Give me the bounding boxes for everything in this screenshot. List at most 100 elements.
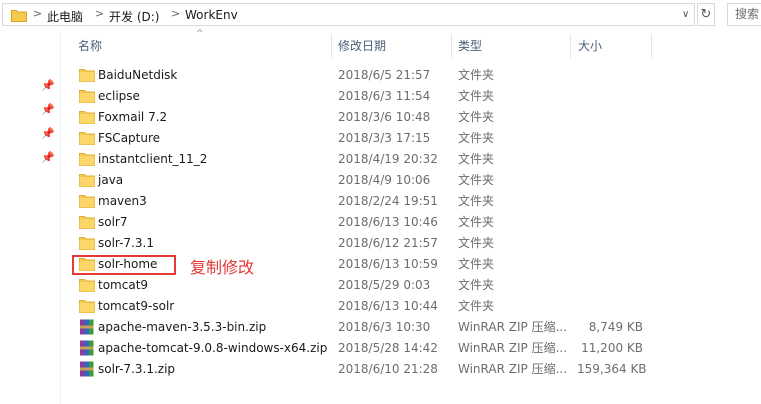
file-row[interactable]: instantclient_11_2 2018/4/19 20:32 文件夹 bbox=[72, 149, 760, 170]
column-divider[interactable] bbox=[331, 34, 332, 58]
folder-icon bbox=[79, 195, 95, 208]
file-type: 文件夹 bbox=[458, 257, 495, 271]
column-divider[interactable] bbox=[451, 34, 452, 58]
file-date: 2018/6/12 21:57 bbox=[338, 236, 438, 250]
refresh-icon[interactable]: ↻ bbox=[697, 3, 715, 26]
file-size bbox=[577, 191, 643, 212]
pin-icon[interactable]: 📌 bbox=[41, 127, 55, 140]
column-header-name[interactable]: 名称 bbox=[78, 34, 102, 58]
file-row[interactable]: FSCapture 2018/3/3 17:15 文件夹 bbox=[72, 128, 760, 149]
file-name: tomcat9 bbox=[98, 278, 149, 292]
column-divider[interactable] bbox=[651, 34, 652, 58]
file-date: 2018/5/29 0:03 bbox=[338, 278, 431, 292]
file-name: solr-7.3.1.zip bbox=[98, 362, 176, 376]
file-row[interactable]: java 2018/4/9 10:06 文件夹 bbox=[72, 170, 760, 191]
file-row[interactable]: maven3 2018/2/24 19:51 文件夹 bbox=[72, 191, 760, 212]
file-row[interactable]: apache-tomcat-9.0.8-windows-x64.zip 2018/… bbox=[72, 338, 760, 359]
winrar-zip-icon bbox=[80, 361, 94, 377]
pin-icon[interactable]: 📌 bbox=[41, 79, 55, 92]
file-type: WinRAR ZIP 压缩... bbox=[458, 320, 568, 334]
file-name: solr7 bbox=[98, 215, 128, 229]
address-bar[interactable]: > 此电脑 > 开发 (D:) > WorkEnv ∨ bbox=[2, 3, 695, 26]
highlight-box bbox=[72, 255, 176, 275]
folder-icon bbox=[79, 216, 95, 229]
folder-icon bbox=[79, 300, 95, 313]
folder-icon bbox=[79, 111, 95, 124]
file-date: 2018/6/13 10:59 bbox=[338, 257, 438, 271]
file-name: tomcat9-solr bbox=[98, 299, 175, 313]
chevron-down-icon[interactable]: ∨ bbox=[682, 9, 689, 20]
breadcrumb-this-pc[interactable]: 此电脑 bbox=[47, 8, 83, 25]
file-type: 文件夹 bbox=[458, 173, 495, 187]
file-row[interactable]: tomcat9 2018/5/29 0:03 文件夹 bbox=[72, 275, 760, 296]
file-size bbox=[577, 107, 643, 128]
file-type: 文件夹 bbox=[458, 131, 495, 145]
breadcrumb-separator[interactable]: > bbox=[33, 7, 42, 20]
file-name: maven3 bbox=[98, 194, 147, 208]
file-row[interactable]: solr-7.3.1.zip 2018/6/10 21:28 WinRAR ZIP … bbox=[72, 359, 760, 380]
file-size bbox=[577, 254, 643, 275]
column-header-date[interactable]: 修改日期 bbox=[338, 34, 386, 58]
file-type: 文件夹 bbox=[458, 215, 495, 229]
breadcrumb-workenv[interactable]: WorkEnv bbox=[185, 8, 238, 22]
annotation-text: 复制修改 bbox=[190, 258, 255, 277]
file-type: 文件夹 bbox=[458, 278, 495, 292]
file-size bbox=[577, 65, 643, 86]
file-row[interactable]: solr-7.3.1 2018/6/12 21:57 文件夹 bbox=[72, 233, 760, 254]
file-type: WinRAR ZIP 压缩... bbox=[458, 341, 568, 355]
breadcrumb-separator[interactable]: > bbox=[171, 7, 180, 20]
column-divider[interactable] bbox=[570, 34, 571, 58]
column-header-size[interactable]: 大小 bbox=[578, 34, 602, 58]
search-input[interactable]: 搜索 bbox=[727, 3, 761, 26]
file-type: 文件夹 bbox=[458, 110, 495, 124]
file-name: eclipse bbox=[98, 89, 140, 103]
file-row[interactable]: tomcat9-solr 2018/6/13 10:44 文件夹 bbox=[72, 296, 760, 317]
file-row[interactable]: Foxmail 7.2 2018/3/6 10:48 文件夹 bbox=[72, 107, 760, 128]
file-type: 文件夹 bbox=[458, 68, 495, 82]
file-date: 2018/6/5 21:57 bbox=[338, 68, 431, 82]
file-row[interactable]: eclipse 2018/6/3 11:54 文件夹 bbox=[72, 86, 760, 107]
breadcrumb-separator[interactable]: > bbox=[95, 7, 104, 20]
file-row[interactable]: BaiduNetdisk 2018/6/5 21:57 文件夹 bbox=[72, 65, 760, 86]
file-size bbox=[577, 128, 643, 149]
file-size bbox=[577, 212, 643, 233]
file-date: 2018/4/19 20:32 bbox=[338, 152, 438, 166]
file-type: 文件夹 bbox=[458, 299, 495, 313]
file-size bbox=[577, 86, 643, 107]
winrar-zip-icon bbox=[80, 319, 94, 335]
address-bar-area: > 此电脑 > 开发 (D:) > WorkEnv ∨ ↻ 搜索 bbox=[0, 0, 761, 31]
folder-icon bbox=[79, 69, 95, 82]
folder-icon bbox=[11, 10, 27, 22]
folder-icon bbox=[79, 132, 95, 145]
folder-icon bbox=[79, 279, 95, 292]
folder-icon bbox=[79, 174, 95, 187]
file-size bbox=[577, 275, 643, 296]
file-date: 2018/2/24 19:51 bbox=[338, 194, 438, 208]
file-date: 2018/6/13 10:46 bbox=[338, 215, 438, 229]
file-size bbox=[577, 170, 643, 191]
folder-icon bbox=[79, 237, 95, 250]
file-name: FSCapture bbox=[98, 131, 161, 145]
file-size: 11,200 KB bbox=[581, 341, 643, 355]
file-size bbox=[577, 233, 643, 254]
file-date: 2018/6/3 10:30 bbox=[338, 320, 431, 334]
file-size bbox=[577, 296, 643, 317]
file-size: 8,749 KB bbox=[588, 320, 643, 334]
column-header-type[interactable]: 类型 bbox=[458, 34, 482, 58]
file-date: 2018/4/9 10:06 bbox=[338, 173, 431, 187]
file-size: 159,364 KB bbox=[577, 362, 647, 376]
winrar-zip-icon bbox=[80, 340, 94, 356]
breadcrumb-drive-d[interactable]: 开发 (D:) bbox=[109, 8, 159, 25]
file-type: WinRAR ZIP 压缩... bbox=[458, 362, 568, 376]
file-name: BaiduNetdisk bbox=[98, 68, 178, 82]
file-type: 文件夹 bbox=[458, 236, 495, 250]
file-date: 2018/5/28 14:42 bbox=[338, 341, 438, 355]
file-type: 文件夹 bbox=[458, 194, 495, 208]
file-date: 2018/6/10 21:28 bbox=[338, 362, 438, 376]
file-name: Foxmail 7.2 bbox=[98, 110, 168, 124]
file-row[interactable]: apache-maven-3.5.3-bin.zip 2018/6/3 10:30… bbox=[72, 317, 760, 338]
file-row[interactable]: solr7 2018/6/13 10:46 文件夹 bbox=[72, 212, 760, 233]
pin-icon[interactable]: 📌 bbox=[41, 151, 55, 164]
folder-icon bbox=[79, 90, 95, 103]
pin-icon[interactable]: 📌 bbox=[41, 103, 55, 116]
